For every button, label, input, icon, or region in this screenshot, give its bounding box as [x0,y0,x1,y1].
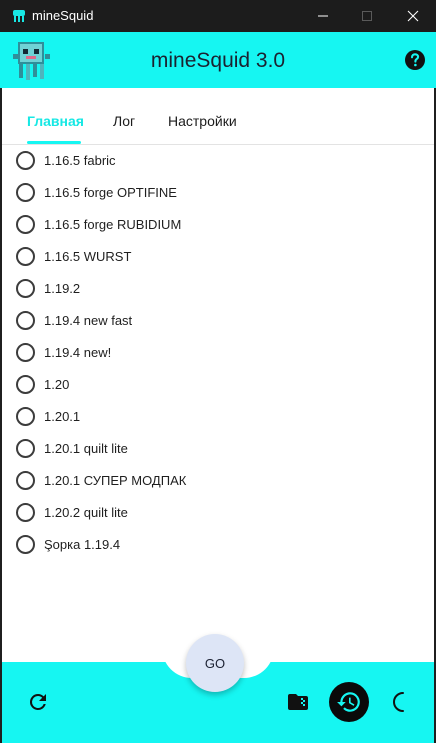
version-option[interactable]: 1.19.4 new fast [16,307,132,333]
folder-zip-button[interactable] [286,690,310,714]
moon-icon [393,692,404,712]
title-bar[interactable]: mineSquid [0,0,436,32]
version-option[interactable]: Şорка 1.19.4 [16,531,120,557]
help-button[interactable] [403,48,427,72]
radio-button[interactable] [16,214,35,234]
minimize-button[interactable] [300,0,346,32]
version-option[interactable]: 1.20.1 [16,403,80,429]
maximize-icon [362,11,372,21]
version-label: 1.20.1 [44,408,81,424]
radio-button[interactable] [16,374,35,394]
version-label: 1.20.2 quilt lite [44,504,128,520]
app-header: mineSquid 3.0 [0,32,436,88]
refresh-icon [29,694,46,710]
version-label: 1.19.2 [44,280,81,296]
version-label: 1.16.5 forge OPTIFINE [44,184,177,200]
radio-button[interactable] [16,182,35,202]
radio-button[interactable] [16,470,35,490]
radio-button[interactable] [16,406,35,426]
radio-button[interactable] [16,246,35,266]
squid-app-icon [13,10,25,22]
tab-main[interactable]: Главная [27,113,84,129]
version-option[interactable]: 1.16.5 forge RUBIDIUM [16,211,181,237]
version-label: 1.16.5 WURST [44,248,132,264]
version-label: 1.19.4 new! [44,344,112,360]
history-button[interactable] [329,682,369,722]
version-label: 1.16.5 forge RUBIDIUM [44,216,182,232]
radio-button[interactable] [16,310,35,330]
refresh-button[interactable] [26,690,50,714]
window-title: mineSquid [32,8,94,23]
main-content: Главная Лог Настройки 1.16.5 fabric 1.16… [2,88,434,662]
version-option[interactable]: 1.16.5 forge OPTIFINE [16,179,177,205]
radio-button[interactable] [16,150,35,170]
go-button[interactable]: GO [186,634,244,692]
maximize-button[interactable] [344,0,390,32]
app-title: mineSquid 3.0 [150,49,286,72]
version-label: 1.16.5 fabric [44,152,116,168]
version-label: 1.19.4 new fast [44,312,133,328]
version-label: Şорка 1.19.4 [44,536,121,552]
radio-button[interactable] [16,342,35,362]
version-label: 1.20 [44,376,70,392]
minimize-icon [318,15,328,17]
folder-zip-icon [288,694,308,710]
tab-settings[interactable]: Настройки [168,113,237,129]
radio-button[interactable] [16,278,35,298]
radio-button[interactable] [16,534,35,554]
tab-bar: Главная Лог Настройки [2,88,434,145]
version-option[interactable]: 1.19.4 new! [16,339,111,365]
theme-toggle-button[interactable] [388,690,412,714]
version-option[interactable]: 1.20.1 quilt lite [16,435,128,461]
version-option[interactable]: 1.16.5 WURST [16,243,131,269]
version-label: 1.20.1 СУПЕР МОДПАК [44,472,187,488]
version-label: 1.20.1 quilt lite [44,440,128,456]
version-option[interactable]: 1.19.2 [16,275,80,301]
version-option[interactable]: 1.20 [16,371,69,397]
close-button[interactable] [390,0,436,32]
help-icon [405,50,425,70]
version-option[interactable]: 1.20.2 quilt lite [16,499,128,525]
history-icon [337,692,360,712]
close-icon [407,10,419,22]
radio-button[interactable] [16,502,35,522]
version-option[interactable]: 1.20.1 СУПЕР МОДПАК [16,467,186,493]
radio-button[interactable] [16,438,35,458]
version-option[interactable]: 1.16.5 fabric [16,147,116,173]
active-tab-indicator [27,141,81,144]
app-window: mineSquid mineSquid 3.0 Главная Лог Наст… [0,0,436,743]
tab-log[interactable]: Лог [113,113,135,129]
